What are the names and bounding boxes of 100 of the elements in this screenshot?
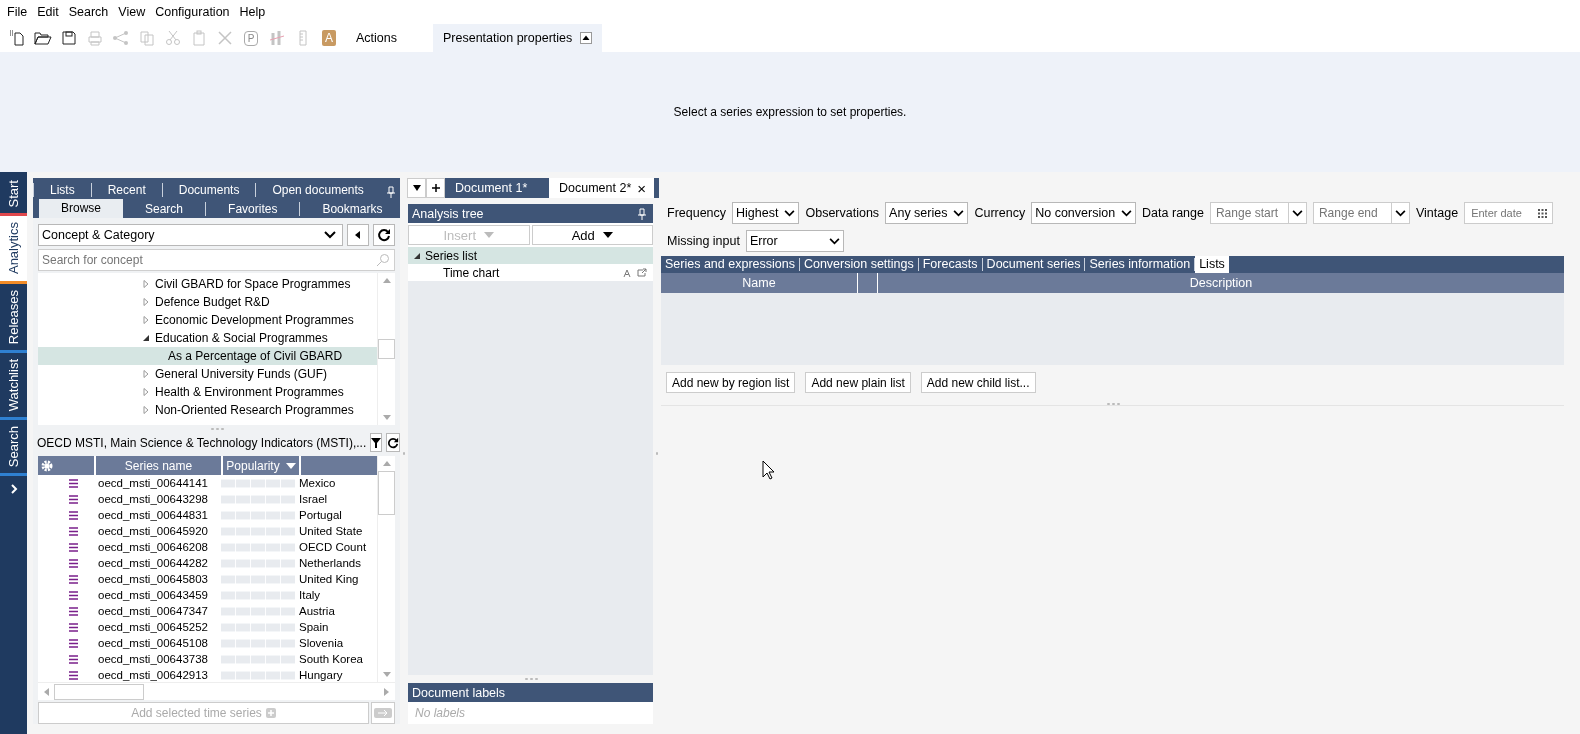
collapsed-triangle-icon[interactable] bbox=[142, 297, 150, 306]
search-icon bbox=[376, 252, 390, 267]
add-list-button[interactable]: Add new by region list bbox=[666, 372, 796, 393]
filter-button[interactable] bbox=[370, 433, 383, 453]
column-header[interactable]: Popularity bbox=[223, 456, 301, 476]
side-tab[interactable]: Start bbox=[0, 174, 27, 217]
scroll-up-icon[interactable] bbox=[381, 459, 392, 468]
dropdown-field[interactable]: Highest bbox=[732, 202, 800, 224]
scrollbar-thumb[interactable] bbox=[378, 471, 395, 516]
combo-input[interactable]: Range end bbox=[1318, 206, 1391, 220]
scroll-down-icon[interactable] bbox=[381, 414, 392, 422]
chevron-icon[interactable] bbox=[8, 484, 19, 495]
tab[interactable]: Lists bbox=[33, 183, 91, 197]
tree-item[interactable]: Series list bbox=[408, 247, 653, 264]
menu-item[interactable]: File bbox=[2, 5, 33, 19]
add-list-button[interactable]: Add new plain list bbox=[805, 372, 911, 393]
scrollbar[interactable] bbox=[377, 272, 395, 425]
add-list-button[interactable]: Add new child list... bbox=[920, 372, 1036, 393]
collapsed-triangle-icon[interactable] bbox=[142, 369, 150, 378]
menu-item[interactable]: View bbox=[113, 5, 151, 19]
plus-icon bbox=[431, 184, 440, 192]
side-tab[interactable]: Releases bbox=[0, 283, 27, 353]
side-tab[interactable]: Watchlist bbox=[0, 352, 27, 420]
expanded-triangle-icon[interactable] bbox=[413, 251, 421, 260]
column-header[interactable]: Series name bbox=[96, 456, 223, 476]
refresh-button[interactable] bbox=[373, 224, 395, 246]
tab[interactable]: Forecasts bbox=[918, 258, 983, 271]
pin-icon[interactable] bbox=[386, 186, 396, 198]
tab[interactable]: Open documents bbox=[255, 183, 380, 197]
collapse-icon[interactable] bbox=[580, 32, 593, 44]
close-tab-button[interactable]: × bbox=[637, 179, 647, 197]
combo-field[interactable]: Range start bbox=[1209, 202, 1307, 224]
insert-button[interactable] bbox=[371, 702, 395, 724]
tree-item[interactable]: Time chart bbox=[408, 264, 653, 281]
tree-item[interactable]: Non-Oriented Research Programmes bbox=[38, 400, 377, 419]
pin-icon[interactable] bbox=[637, 207, 647, 220]
menu-item[interactable]: Search bbox=[63, 5, 114, 19]
menu-item[interactable]: Edit bbox=[32, 5, 64, 19]
refresh-button[interactable] bbox=[386, 433, 401, 453]
dropdown-field[interactable]: No conversion bbox=[1031, 202, 1137, 224]
actions-menu[interactable]: Actions bbox=[352, 31, 401, 45]
series-name: oecd_msti_00644282 bbox=[98, 557, 208, 570]
presentation-properties-tab[interactable]: Presentation properties bbox=[433, 24, 603, 52]
tab[interactable]: Browse bbox=[39, 199, 123, 218]
search-input[interactable]: Search for concept bbox=[42, 252, 376, 267]
tree-item[interactable]: As a Percentage of Civil GBARD bbox=[38, 346, 377, 365]
collapsed-triangle-icon[interactable] bbox=[142, 387, 150, 396]
collapsed-triangle-icon[interactable] bbox=[142, 315, 150, 324]
panel-title: Document labels bbox=[412, 685, 506, 700]
tab[interactable]: Document series bbox=[982, 258, 1086, 271]
tree-item[interactable]: Civil GBARD for Space Programmes bbox=[38, 274, 377, 293]
new-tab-button[interactable] bbox=[426, 178, 445, 198]
expanded-triangle-icon[interactable] bbox=[142, 333, 150, 342]
collapsed-triangle-icon[interactable] bbox=[142, 405, 150, 414]
tab[interactable]: Conversion settings bbox=[799, 258, 919, 271]
dropdown-field[interactable]: Error bbox=[745, 230, 844, 252]
series-name: oecd_msti_00645108 bbox=[98, 637, 208, 650]
field-label: Missing input bbox=[667, 234, 740, 248]
tab[interactable]: Series and expressions bbox=[661, 258, 800, 271]
collapsed-triangle-icon[interactable] bbox=[142, 279, 150, 288]
view-dropdown[interactable]: Concept & Category bbox=[38, 224, 343, 246]
add-button[interactable]: Add bbox=[531, 225, 653, 245]
date-field[interactable]: Enter date bbox=[1464, 202, 1554, 224]
menu-item[interactable]: Help bbox=[234, 5, 271, 19]
scrollbar-thumb[interactable] bbox=[378, 338, 395, 359]
tab[interactable]: Search bbox=[123, 202, 207, 216]
tree-item[interactable]: General University Funds (GUF) bbox=[38, 364, 377, 383]
tree-item[interactable]: Defence Budget R&D bbox=[38, 292, 377, 311]
tree-item[interactable]: Economic Development Programmes bbox=[38, 310, 377, 329]
date-input[interactable]: Enter date bbox=[1471, 207, 1539, 219]
tab-list-button[interactable] bbox=[407, 178, 426, 198]
tab[interactable]: Favorites bbox=[206, 202, 301, 216]
tab[interactable]: Recent bbox=[90, 183, 162, 197]
tab[interactable]: Lists bbox=[1195, 256, 1229, 273]
tree-item[interactable]: Health & Environment Programmes bbox=[38, 382, 377, 401]
combo-input[interactable]: Range start bbox=[1215, 206, 1288, 220]
dropdown-arrow-icon bbox=[602, 232, 613, 238]
column-header[interactable]: Description bbox=[878, 273, 1564, 293]
series-name: oecd_msti_00646208 bbox=[98, 541, 208, 554]
scrollbar[interactable] bbox=[377, 456, 395, 683]
side-tab[interactable]: Analytics bbox=[0, 216, 27, 284]
dropdown-field[interactable]: Any series bbox=[885, 202, 969, 224]
document-tab[interactable]: Document 1* bbox=[445, 178, 549, 198]
scroll-right-icon[interactable] bbox=[383, 686, 391, 697]
table-cell: United King bbox=[299, 573, 359, 586]
tab[interactable]: Bookmarks bbox=[300, 202, 405, 216]
menu-item[interactable]: Configuration bbox=[150, 5, 235, 19]
text-style-icon[interactable] bbox=[623, 268, 631, 277]
combo-field[interactable]: Range end bbox=[1312, 202, 1410, 224]
back-button[interactable] bbox=[347, 224, 369, 246]
gear-icon[interactable] bbox=[41, 459, 53, 472]
search-field[interactable]: Search for concept bbox=[38, 249, 395, 271]
side-tab[interactable]: Search bbox=[0, 419, 27, 477]
external-window-icon[interactable] bbox=[637, 268, 647, 277]
scroll-left-icon[interactable] bbox=[42, 686, 50, 697]
horizontal-scrollbar[interactable] bbox=[38, 682, 395, 700]
document-tab[interactable]: Document 2* × bbox=[549, 178, 655, 198]
tree-item[interactable]: Education & Social Programmes bbox=[38, 328, 377, 347]
scrollbar-thumb[interactable] bbox=[54, 683, 144, 700]
tab[interactable]: Documents bbox=[161, 183, 256, 197]
